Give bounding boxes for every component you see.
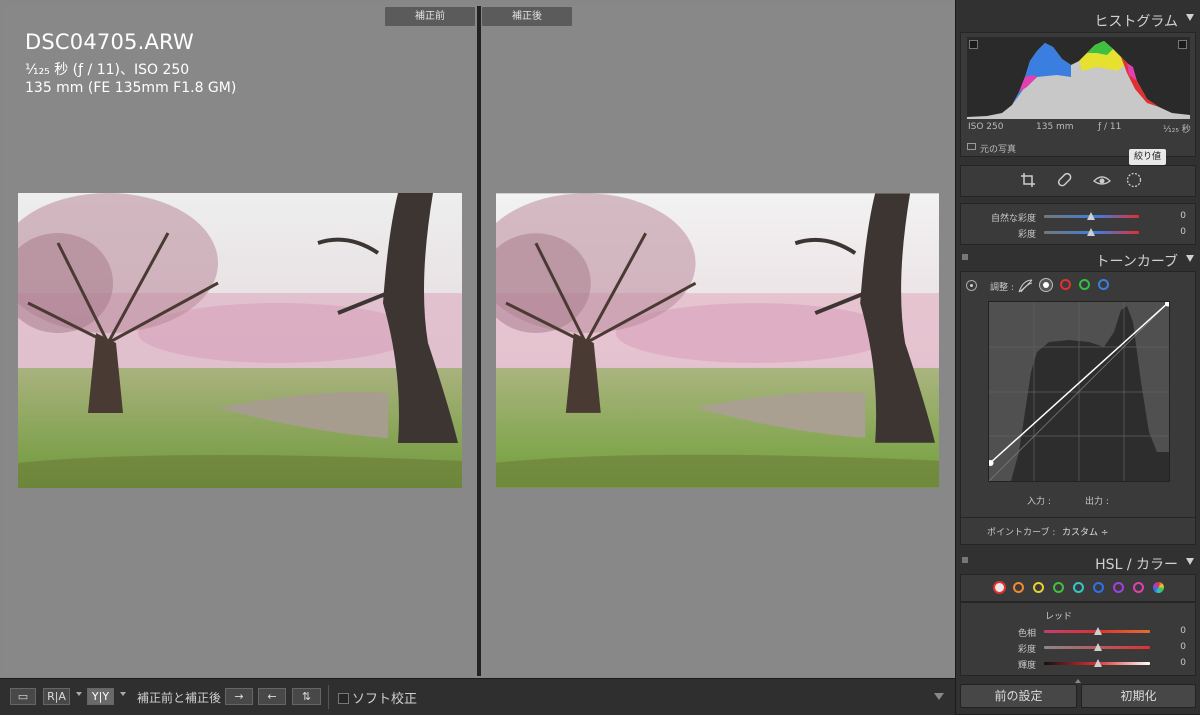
- hsl-swatch-green[interactable]: [1053, 582, 1064, 593]
- photo-filename: DSC04705.ARW: [25, 30, 194, 54]
- point-curve-label: ポイントカーブ :: [987, 528, 1056, 538]
- hsl-saturation-slider-thumb[interactable]: [1094, 643, 1102, 651]
- view-dropdown-icon[interactable]: [76, 692, 82, 696]
- point-curve-select[interactable]: カスタム ÷: [1062, 525, 1108, 538]
- before-tag: 補正前: [385, 7, 475, 26]
- hsl-swatch-orange[interactable]: [1013, 582, 1024, 593]
- red-eye-icon[interactable]: [1093, 172, 1111, 192]
- hsl-toggle[interactable]: [962, 557, 968, 563]
- before-after-label: 補正前と補正後 :: [137, 691, 229, 705]
- tool-strip: [960, 165, 1196, 197]
- histogram-iso: ISO 250: [968, 122, 1004, 132]
- red-channel-icon[interactable]: [1060, 279, 1071, 290]
- hsl-luminance-value[interactable]: 0: [1170, 658, 1186, 668]
- tone-curve-toggle[interactable]: [962, 254, 968, 260]
- tone-curve-divider: [960, 517, 1196, 518]
- loupe-view-button[interactable]: ▭: [10, 688, 36, 705]
- before-after-split-button[interactable]: Y|Y: [87, 688, 114, 705]
- vibrance-label: 自然な彩度: [990, 214, 1036, 224]
- hsl-title[interactable]: HSL / カラー: [1095, 554, 1178, 574]
- panel-scroll-icon[interactable]: [1075, 679, 1081, 683]
- hsl-swatch-blue[interactable]: [1093, 582, 1104, 593]
- hsl-hue-value[interactable]: 0: [1170, 626, 1186, 636]
- bottom-toolbar: ▭ R|A Y|Y 補正前と補正後 : → ← ⇅ ソフト校正: [0, 678, 955, 715]
- hsl-hue-slider-thumb[interactable]: [1094, 627, 1102, 635]
- after-photo[interactable]: [496, 193, 939, 488]
- hsl-swatch-red-selected[interactable]: [993, 581, 1006, 594]
- hsl-hue-label: 色相: [1017, 629, 1036, 639]
- saturation-label: 彩度: [1017, 230, 1036, 240]
- copy-before-to-after-button[interactable]: →: [225, 688, 253, 705]
- histogram-title[interactable]: ヒストグラム: [1094, 11, 1178, 31]
- before-photo[interactable]: [18, 193, 462, 488]
- original-photo-checkbox[interactable]: [967, 143, 976, 150]
- photo-lens: 135 mm (FE 135mm F1.8 GM): [25, 80, 237, 96]
- tone-curve-graph[interactable]: [987, 300, 1171, 482]
- hsl-swatch-magenta[interactable]: [1133, 582, 1144, 593]
- previous-settings-button[interactable]: 前の設定: [960, 684, 1077, 708]
- highlight-clipping-icon[interactable]: [1178, 40, 1187, 49]
- hsl-swatch-aqua[interactable]: [1073, 582, 1084, 593]
- hsl-color-name: レッド: [1045, 612, 1073, 622]
- original-photo-label: 元の写真: [980, 145, 1017, 155]
- aperture-tooltip: 絞り値: [1129, 149, 1167, 165]
- vibrance-value[interactable]: 0: [1170, 211, 1186, 221]
- hsl-swatch-yellow[interactable]: [1033, 582, 1044, 593]
- histogram-collapse-icon[interactable]: [1186, 14, 1194, 21]
- histogram-aperture: ƒ / 11: [1098, 122, 1122, 132]
- soft-proof-label: ソフト校正: [352, 692, 418, 707]
- hsl-all-colors-icon[interactable]: [1153, 582, 1164, 593]
- tone-curve-title[interactable]: トーンカーブ: [1096, 251, 1178, 271]
- hsl-collapse-icon[interactable]: [1186, 558, 1194, 565]
- split-dropdown-icon[interactable]: [120, 692, 126, 696]
- rgb-channel-icon[interactable]: [1039, 278, 1053, 292]
- hsl-saturation-value[interactable]: 0: [1170, 642, 1186, 652]
- hsl-swatch-purple[interactable]: [1113, 582, 1124, 593]
- mask-icon[interactable]: [1126, 172, 1142, 192]
- tone-curve-adjust-label: 調整 :: [990, 283, 1014, 293]
- histogram-shutter: ⅟₁₂₅ 秒: [1163, 125, 1191, 135]
- histogram-focal: 135 mm: [1036, 122, 1074, 132]
- soft-proof-checkbox[interactable]: [338, 693, 349, 704]
- swap-before-after-button[interactable]: ⇅: [292, 688, 321, 705]
- tone-curve-collapse-icon[interactable]: [1186, 255, 1194, 262]
- hsl-luminance-label: 輝度: [1017, 661, 1036, 671]
- curve-output-label: 出力 :: [1085, 497, 1109, 507]
- target-adjust-icon[interactable]: [966, 280, 977, 291]
- saturation-slider-thumb[interactable]: [1087, 228, 1095, 236]
- before-after-lr-button[interactable]: R|A: [43, 688, 70, 705]
- hsl-luminance-slider-thumb[interactable]: [1094, 659, 1102, 667]
- vibrance-slider-thumb[interactable]: [1087, 212, 1095, 220]
- toolbar-separator: [328, 685, 329, 709]
- after-tag: 補正後: [482, 7, 572, 26]
- shadow-clipping-icon[interactable]: [969, 40, 978, 49]
- spot-removal-icon[interactable]: [1057, 172, 1073, 192]
- photo-exposure: ⅟₁₂₅ 秒 (ƒ / 11)、ISO 250: [25, 62, 190, 78]
- green-channel-icon[interactable]: [1079, 279, 1090, 290]
- saturation-value[interactable]: 0: [1170, 227, 1186, 237]
- hsl-saturation-label: 彩度: [1017, 645, 1036, 655]
- toolbar-menu-icon[interactable]: [934, 693, 944, 700]
- comparison-canvas: 補正前 補正後 DSC04705.ARW ⅟₁₂₅ 秒 (ƒ / 11)、ISO…: [0, 0, 955, 678]
- blue-channel-icon[interactable]: [1098, 279, 1109, 290]
- curve-input-label: 入力 :: [1027, 497, 1051, 507]
- copy-after-to-before-button[interactable]: ←: [258, 688, 286, 705]
- parametric-curve-icon[interactable]: [1018, 278, 1033, 297]
- crop-icon[interactable]: [1020, 172, 1036, 192]
- histogram-graph[interactable]: [967, 37, 1190, 119]
- reset-button[interactable]: 初期化: [1081, 684, 1196, 708]
